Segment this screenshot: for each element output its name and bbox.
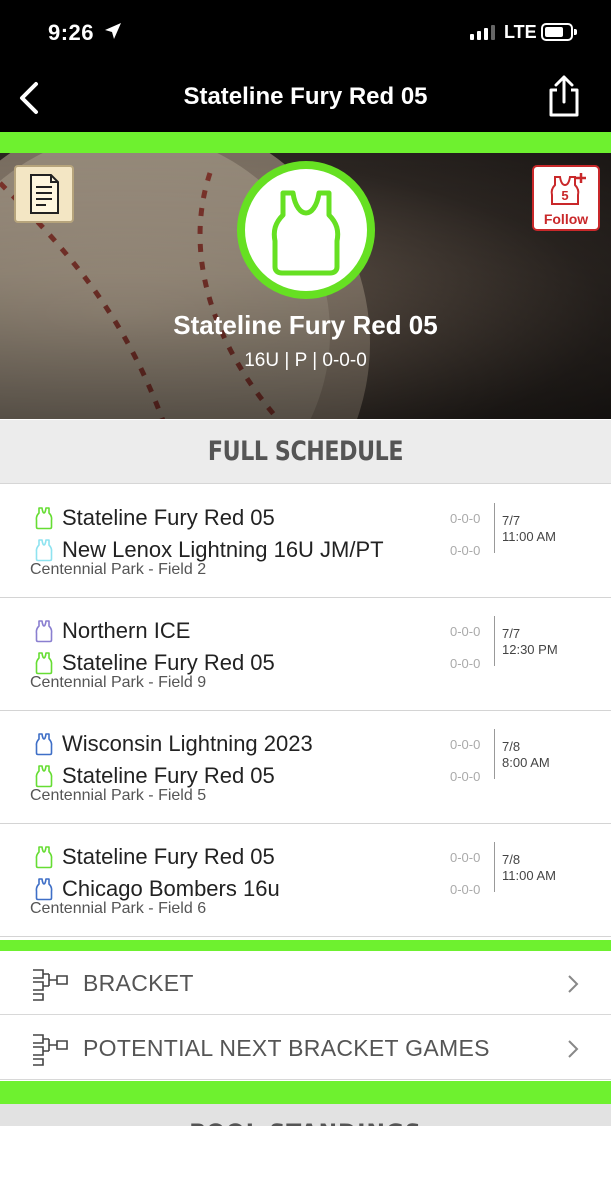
team-name: Stateline Fury Red 05	[62, 844, 275, 869]
chevron-right-icon	[568, 975, 579, 993]
game-date: 7/8	[502, 852, 521, 867]
team-name: Stateline Fury Red 05	[173, 310, 438, 340]
home-team: Stateline Fury Red 05	[34, 843, 275, 871]
game-date: 7/7	[502, 513, 521, 528]
away-team: Stateline Fury Red 05	[34, 762, 275, 790]
team-name: Stateline Fury Red 05	[62, 650, 275, 675]
game-time: 11:00 AM	[502, 868, 556, 883]
game-row[interactable]: Stateline Fury Red 05 New Lenox Lightning…	[0, 485, 611, 598]
team-jersey-icon	[35, 620, 53, 643]
accent-divider	[0, 132, 611, 153]
team-name: Northern ICE	[62, 618, 191, 643]
team-record: 0-0-0	[450, 850, 481, 865]
home-team: Stateline Fury Red 05	[34, 504, 275, 532]
game-datetime: 7/7 11:00 AM	[502, 513, 556, 545]
svg-text:5: 5	[561, 188, 568, 203]
game-row[interactable]: Stateline Fury Red 05 Chicago Bombers 16u…	[0, 824, 611, 937]
status-time: 9:26	[48, 20, 95, 45]
game-row[interactable]: Northern ICE Stateline Fury Red 05 0-0-0 0-…	[0, 598, 611, 711]
team-jersey-icon	[35, 652, 53, 675]
bracket-icon	[33, 969, 68, 1001]
divider	[494, 729, 495, 779]
team-name: Wisconsin Lightning 2023	[62, 731, 313, 756]
game-venue: Centennial Park - Field 9	[30, 674, 207, 691]
game-time: 8:00 AM	[502, 755, 550, 770]
home-team: Wisconsin Lightning 2023	[34, 730, 313, 758]
team-logo	[237, 161, 375, 299]
follow-jersey-icon: 5	[550, 173, 586, 205]
team-subtitle: 16U | P | 0-0-0	[244, 350, 367, 371]
divider	[494, 842, 495, 892]
location-arrow-icon	[105, 23, 121, 39]
game-datetime: 7/7 12:30 PM	[502, 626, 558, 658]
team-jersey-icon	[35, 765, 53, 788]
team-name: Stateline Fury Red 05	[62, 763, 275, 788]
team-record: 0-0-0	[450, 656, 481, 671]
team-name: Chicago Bombers 16u	[62, 876, 280, 901]
team-record: 0-0-0	[450, 769, 481, 784]
notes-icon	[30, 174, 59, 214]
game-row[interactable]: Wisconsin Lightning 2023 Stateline Fury R…	[0, 711, 611, 824]
game-datetime: 7/8 11:00 AM	[502, 852, 556, 884]
bracket-label: BRACKET	[83, 970, 194, 996]
team-name: New Lenox Lightning 16U JM/PT	[62, 537, 384, 562]
game-date: 7/8	[502, 739, 521, 754]
team-record: 0-0-0	[450, 737, 481, 752]
jersey-icon	[271, 190, 341, 276]
team-hero: 5 Follow Stateline Fury Red 05 16U | P |…	[0, 153, 611, 419]
game-venue: Centennial Park - Field 2	[30, 561, 207, 578]
bracket-icon	[33, 1034, 68, 1066]
away-team: Stateline Fury Red 05	[34, 649, 275, 677]
away-team: Chicago Bombers 16u	[34, 875, 280, 903]
game-date: 7/7	[502, 626, 521, 641]
full-schedule-header: FULL SCHEDULE	[0, 420, 611, 484]
bracket-link[interactable]: BRACKET	[0, 951, 611, 1015]
signal-icon	[470, 24, 495, 40]
pool-standings-content	[0, 1126, 611, 1200]
accent-divider	[0, 1081, 611, 1104]
game-venue: Centennial Park - Field 6	[30, 900, 207, 917]
divider	[494, 503, 495, 553]
potential-next-bracket-games-link[interactable]: POTENTIAL NEXT BRACKET GAMES	[0, 1016, 611, 1080]
team-jersey-icon	[35, 878, 53, 901]
game-time: 12:30 PM	[502, 642, 558, 657]
follow-label: Follow	[543, 211, 589, 227]
game-time: 11:00 AM	[502, 529, 556, 544]
team-name: Stateline Fury Red 05	[62, 505, 275, 530]
notes-button[interactable]	[14, 165, 74, 223]
chevron-right-icon	[568, 1040, 579, 1058]
team-record: 0-0-0	[450, 543, 481, 558]
share-icon[interactable]	[546, 74, 582, 118]
game-datetime: 7/8 8:00 AM	[502, 739, 550, 771]
away-team: New Lenox Lightning 16U JM/PT	[34, 536, 384, 564]
team-jersey-icon	[35, 733, 53, 756]
team-jersey-icon	[35, 507, 53, 530]
potential-next-bracket-games-label: POTENTIAL NEXT BRACKET GAMES	[83, 1035, 490, 1061]
divider	[494, 616, 495, 666]
team-jersey-icon	[35, 539, 53, 562]
battery-icon	[541, 23, 577, 41]
home-team: Northern ICE	[34, 617, 190, 645]
follow-button[interactable]: 5 Follow	[532, 165, 600, 231]
section-title: FULL SCHEDULE	[207, 436, 404, 467]
team-record: 0-0-0	[450, 882, 481, 897]
accent-divider	[0, 940, 611, 951]
page-title: Stateline Fury Red 05	[183, 83, 428, 110]
team-record: 0-0-0	[450, 624, 481, 639]
team-jersey-icon	[35, 846, 53, 869]
team-record: 0-0-0	[450, 511, 481, 526]
top-bar: 9:26 LTE Stateline Fury Red 05	[0, 0, 611, 132]
game-venue: Centennial Park - Field 5	[30, 787, 207, 804]
network-label: LTE	[504, 22, 537, 42]
